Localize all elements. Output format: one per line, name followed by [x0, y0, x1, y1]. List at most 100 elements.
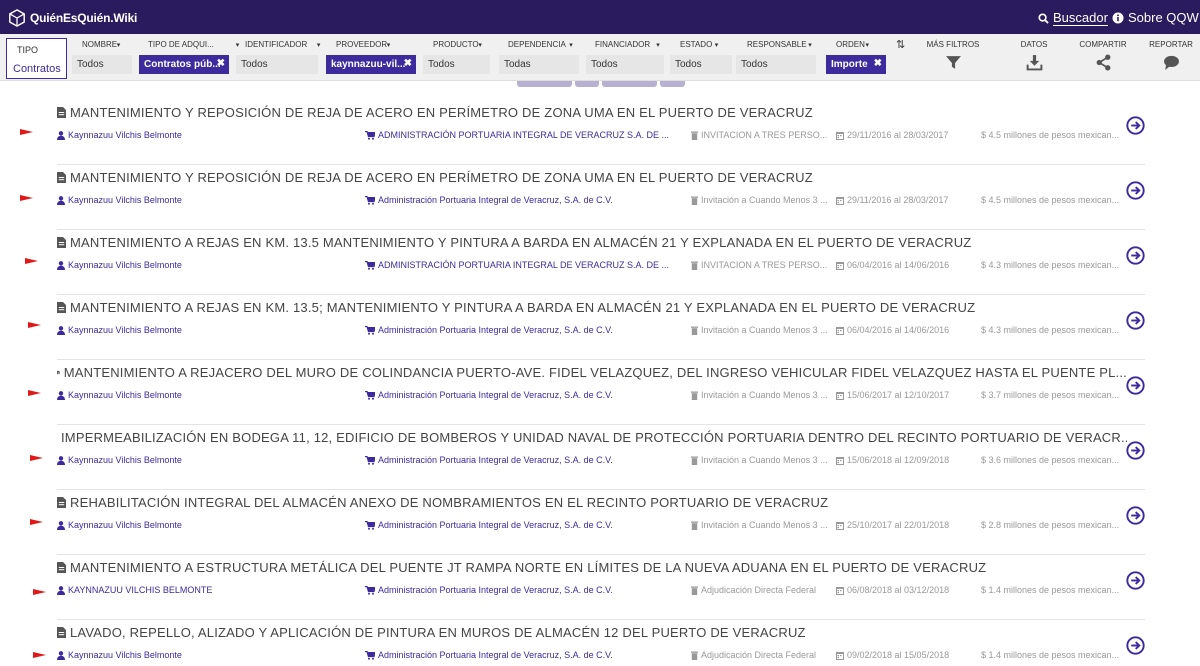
result-supplier[interactable]: Kaynnazuu Vilchis Belmonte	[57, 130, 182, 140]
result-row[interactable]: LAVADO, REPELLO, ALIZADO Y APLICACIÓN DE…	[57, 620, 1145, 666]
result-row[interactable]: MANTENIMIENTO A ESTRUCTURA METÁLICA DEL …	[57, 555, 1145, 620]
result-title[interactable]: MANTENIMIENTO Y REPOSICIÓN DE REJA DE AC…	[57, 170, 1127, 185]
nav-sobre-label: Sobre QQW	[1128, 10, 1199, 25]
document-icon	[57, 302, 66, 313]
result-supplier[interactable]: Kaynnazuu Vilchis Belmonte	[57, 325, 182, 335]
result-row[interactable]: REHABILITACIÓN INTEGRAL DEL ALMACÉN ANEX…	[57, 490, 1145, 555]
result-row[interactable]: MANTENIMIENTO A REJAS EN KM. 13.5 MANTEN…	[57, 230, 1145, 295]
result-row[interactable]: MANTENIMIENTO Y REPOSICIÓN DE REJA DE AC…	[57, 100, 1145, 165]
filter-tipo[interactable]: TIPO Contratos	[6, 38, 67, 79]
filter-value[interactable]: Contratos púb... ✖	[139, 55, 229, 74]
result-buyer[interactable]: Administración Portuaria Integral de Ver…	[365, 455, 613, 465]
more-filters-button[interactable]: MÁS FILTROS	[923, 40, 983, 71]
arrow-right-circle-icon[interactable]	[1126, 376, 1145, 395]
result-dates-text: 09/02/2018 al 15/05/2018	[847, 650, 950, 660]
filter-label: TIPO DE ADQUI...	[148, 40, 214, 49]
result-amount-text: $ 4.5 millones de pesos mexican...	[981, 130, 1120, 140]
result-dates: 06/04/2016 al 14/06/2016	[836, 260, 949, 270]
result-supplier[interactable]: Kaynnazuu Vilchis Belmonte	[57, 260, 182, 270]
nav-buscador[interactable]: Buscador	[1038, 10, 1108, 26]
tab-strip-3	[602, 81, 657, 87]
arrow-right-circle-icon[interactable]	[1126, 246, 1145, 265]
result-procedure-text: Adjudicación Directa Federal	[701, 585, 817, 595]
result-title-text: MANTENIMIENTO A REJAS EN KM. 13.5 MANTEN…	[70, 235, 972, 250]
sort-icon[interactable]: ⇅	[896, 38, 905, 51]
clear-filter-icon[interactable]: ✖	[404, 58, 412, 69]
result-title[interactable]: MANTENIMIENTO A ESTRUCTURA METÁLICA DEL …	[57, 560, 1127, 575]
result-procedure-text: Invitación a Cuando Menos 3 ...	[701, 195, 828, 205]
result-supplier[interactable]: KAYNNAZUU VILCHIS BELMONTE	[57, 585, 212, 595]
red-flag-marker	[30, 519, 43, 525]
result-title[interactable]: MANTENIMIENTO Y REPOSICIÓN DE REJA DE AC…	[57, 105, 1127, 120]
arrow-right-circle-icon[interactable]	[1126, 571, 1145, 590]
arrow-right-circle-icon[interactable]	[1126, 311, 1145, 330]
report-button[interactable]: REPORTAR	[1142, 40, 1200, 71]
site-logo[interactable]: QuiénEsQuién.Wiki	[8, 8, 137, 28]
user-icon	[57, 585, 65, 595]
clear-filter-icon[interactable]: ✖	[874, 58, 882, 69]
filter-value[interactable]: kaynnazuu-vil... ✖	[326, 55, 416, 74]
result-supplier[interactable]: Kaynnazuu Vilchis Belmonte	[57, 455, 182, 465]
download-icon	[1026, 55, 1042, 71]
filter-value-text: Importe	[831, 59, 868, 70]
filter-value[interactable]: Todos	[423, 55, 490, 74]
filter-value-text: Todos	[428, 59, 455, 70]
result-row[interactable]: IMPERMEABILIZACIÓN EN BODEGA 11, 12, EDI…	[57, 425, 1145, 490]
result-supplier[interactable]: Kaynnazuu Vilchis Belmonte	[57, 520, 182, 530]
result-title[interactable]: MANTENIMIENTO A REJAS EN KM. 13.5; MANTE…	[57, 300, 1127, 315]
filter-value[interactable]: Todos	[736, 55, 816, 74]
document-icon	[57, 172, 66, 183]
result-buyer[interactable]: Administración Portuaria Integral de Ver…	[365, 650, 613, 660]
filter-value[interactable]: Todos	[670, 55, 732, 74]
nav-sobre[interactable]: Sobre QQW	[1112, 10, 1199, 25]
filter-value[interactable]: Importe ✖	[826, 55, 886, 74]
arrow-right-circle-icon[interactable]	[1126, 181, 1145, 200]
result-buyer[interactable]: Administración Portuaria Integral de Ver…	[365, 520, 613, 530]
result-title[interactable]: REHABILITACIÓN INTEGRAL DEL ALMACÉN ANEX…	[57, 495, 1127, 510]
result-procedure: Invitación a Cuando Menos 3 ...	[691, 455, 828, 465]
result-buyer[interactable]: Administración Portuaria Integral de Ver…	[365, 585, 613, 595]
arrow-right-circle-icon[interactable]	[1126, 116, 1145, 135]
result-amount: $ 4.3 millones de pesos mexican...	[981, 325, 1119, 335]
arrow-right-circle-icon[interactable]	[1126, 636, 1145, 655]
calendar-icon	[836, 651, 844, 660]
result-buyer[interactable]: ADMINISTRACIÓN PORTUARIA INTEGRAL DE VER…	[365, 130, 669, 140]
result-supplier-text: Kaynnazuu Vilchis Belmonte	[68, 390, 182, 400]
result-title-text: LAVADO, REPELLO, ALIZADO Y APLICACIÓN DE…	[70, 625, 806, 640]
result-buyer[interactable]: Administración Portuaria Integral de Ver…	[365, 195, 613, 205]
red-flag-marker	[33, 652, 46, 658]
result-title[interactable]: IMPERMEABILIZACIÓN EN BODEGA 11, 12, EDI…	[57, 430, 1127, 445]
filter-value[interactable]: Todos	[72, 55, 132, 74]
result-amount-text: $ 4.5 millones de pesos mexican...	[981, 195, 1120, 205]
arrow-right-circle-icon[interactable]	[1126, 506, 1145, 525]
result-buyer-text: Administración Portuaria Integral de Ver…	[378, 195, 613, 205]
filter-value-text: Todos	[741, 59, 768, 70]
result-buyer[interactable]: Administración Portuaria Integral de Ver…	[365, 325, 613, 335]
trash-icon	[691, 391, 698, 400]
result-supplier[interactable]: Kaynnazuu Vilchis Belmonte	[57, 195, 182, 205]
result-row[interactable]: MANTENIMIENTO A REJACERO DEL MURO DE COL…	[57, 360, 1145, 425]
result-buyer[interactable]: ADMINISTRACIÓN PORTUARIA INTEGRAL DE VER…	[365, 260, 669, 270]
result-row[interactable]: MANTENIMIENTO Y REPOSICIÓN DE REJA DE AC…	[57, 165, 1145, 230]
user-icon	[57, 520, 65, 530]
result-amount-text: $ 3.7 millones de pesos mexican...	[981, 390, 1120, 400]
result-title[interactable]: MANTENIMIENTO A REJACERO DEL MURO DE COL…	[57, 365, 1127, 380]
result-supplier[interactable]: Kaynnazuu Vilchis Belmonte	[57, 390, 182, 400]
filter-label: IDENTIFICADOR	[245, 40, 308, 49]
chevron-down-icon: ▾	[235, 42, 240, 49]
share-button[interactable]: COMPARTIR	[1073, 40, 1133, 71]
result-row[interactable]: MANTENIMIENTO A REJAS EN KM. 13.5; MANTE…	[57, 295, 1145, 360]
result-buyer[interactable]: Administración Portuaria Integral de Ver…	[365, 390, 613, 400]
result-dates: 15/06/2017 al 12/10/2017	[836, 390, 949, 400]
filter-value[interactable]: Todos	[586, 55, 664, 74]
chevron-down-icon: ▾	[316, 42, 321, 49]
clear-filter-icon[interactable]: ✖	[217, 58, 225, 69]
filter-value[interactable]: Todos	[236, 55, 318, 74]
download-data-button[interactable]: DATOS	[1004, 40, 1064, 71]
result-title[interactable]: LAVADO, REPELLO, ALIZADO Y APLICACIÓN DE…	[57, 625, 1127, 640]
result-supplier[interactable]: Kaynnazuu Vilchis Belmonte	[57, 650, 182, 660]
result-title[interactable]: MANTENIMIENTO A REJAS EN KM. 13.5 MANTEN…	[57, 235, 1127, 250]
arrow-right-circle-icon[interactable]	[1126, 441, 1145, 460]
result-dates-text: 15/06/2018 al 12/09/2018	[847, 455, 950, 465]
filter-value[interactable]: Todas	[499, 55, 579, 74]
